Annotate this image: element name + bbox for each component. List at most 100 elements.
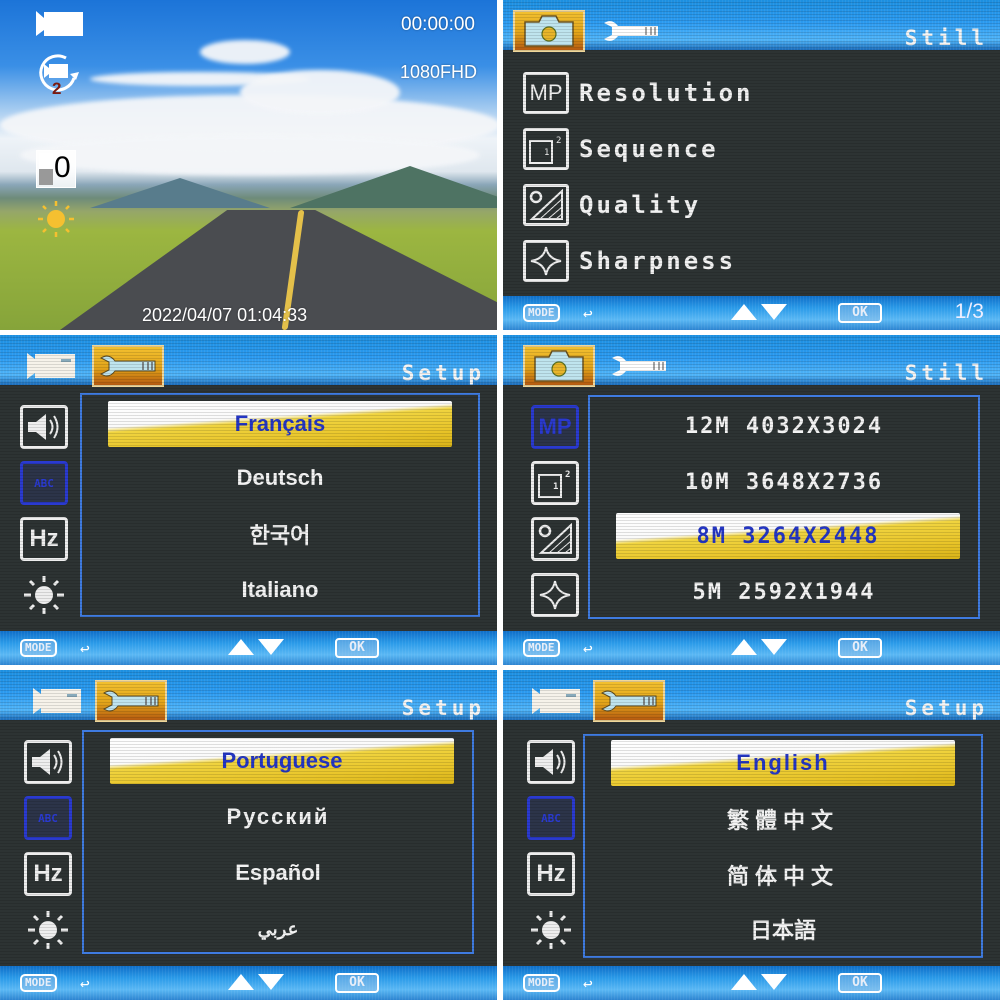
tab-video[interactable] [527,680,587,722]
menu-title: Still [904,361,988,385]
back-icon[interactable]: ↩ [583,639,593,658]
language-option-selected[interactable]: Portuguese [110,738,454,784]
resolution-option[interactable]: 12M 4032X3024 [590,403,978,449]
video-camera-icon [33,688,81,714]
brightness-sun-icon[interactable] [24,908,72,952]
resolution-option[interactable]: 5M 2592X1944 [590,569,978,615]
mode-button[interactable]: MODE [523,974,560,992]
language-option[interactable]: Italiano [82,567,478,613]
video-resolution: 1080FHD [399,62,477,82]
mode-button[interactable]: MODE [523,304,560,322]
record-timer: 00:00:00 [401,14,475,35]
tab-setup[interactable] [95,680,167,722]
down-arrow-icon[interactable] [761,974,787,990]
video-camera-icon [36,11,83,36]
mode-button[interactable]: MODE [20,974,57,992]
sharpness-icon [523,240,569,282]
brightness-sun-icon[interactable] [527,908,575,952]
page-indicator: 1/3 [954,300,984,323]
speaker-icon[interactable] [527,740,575,784]
down-arrow-icon[interactable] [761,304,787,320]
setup-language-screen: Setup ABC Hz Portuguese Русский Español … [0,670,497,1000]
down-arrow-icon[interactable] [761,639,787,655]
up-arrow-icon[interactable] [731,639,757,655]
brightness-sun-icon[interactable] [20,573,68,617]
down-arrow-icon[interactable] [258,639,284,655]
language-option-selected[interactable]: English [611,740,955,786]
language-option[interactable]: 日本語 [585,906,981,952]
tab-video[interactable] [22,345,82,387]
setup-side-icons: ABC Hz [24,740,76,964]
language-option[interactable]: عربي [84,906,472,952]
white-balance-sun-icon [38,201,74,237]
menu-item-quality[interactable]: Quality [523,177,754,233]
setup-language-screen: Setup ABC Hz English 繁體中文 简体中文 日本語 MODE … [503,670,1000,1000]
tab-setup[interactable] [595,10,667,52]
frequency-hz-icon[interactable]: Hz [24,852,72,896]
up-arrow-icon[interactable] [228,974,254,990]
resolution-option[interactable]: 10M 3648X2736 [590,459,978,505]
tab-setup[interactable] [92,345,164,387]
language-options-frame: Français Deutsch 한국어 Italiano [80,393,480,617]
wrench-icon [600,690,657,712]
frequency-hz-icon[interactable]: Hz [527,852,575,896]
wrench-icon [612,356,666,376]
up-arrow-icon[interactable] [228,639,254,655]
still-side-icons: MP 21 [531,405,583,629]
still-menu-screen: Still MP Resolution 21 Sequence Quality … [503,0,1000,330]
ok-button[interactable]: OK [335,638,379,658]
svg-text:2: 2 [556,136,561,146]
back-icon[interactable]: ↩ [583,974,593,993]
exposure-value: 0 [54,151,71,184]
language-abc-icon[interactable]: ABC [20,461,68,505]
language-option[interactable]: 繁體中文 [585,796,981,842]
back-icon[interactable]: ↩ [583,304,593,323]
menu-item-label: Resolution [579,79,754,107]
language-option[interactable]: Español [84,850,472,896]
resolution-option-selected[interactable]: 8M 3264X2448 [616,513,960,559]
frequency-hz-icon[interactable]: Hz [20,517,68,561]
up-arrow-icon[interactable] [731,974,757,990]
mode-button[interactable]: MODE [523,639,560,657]
menu-item-sequence[interactable]: 21 Sequence [523,121,754,177]
wrench-icon [99,355,156,377]
tab-camera[interactable] [513,10,585,52]
language-abc-icon[interactable]: ABC [527,796,575,840]
setup-side-icons: ABC Hz [527,740,579,964]
back-icon[interactable]: ↩ [80,639,90,658]
ok-button[interactable]: OK [838,303,882,323]
sequence-icon[interactable]: 21 [531,461,579,505]
language-options-frame: Portuguese Русский Español عربي [82,730,474,954]
sharpness-icon[interactable] [531,573,579,617]
menu-item-sharpness[interactable]: Sharpness [523,233,754,289]
tab-video[interactable] [28,680,88,722]
megapixel-icon[interactable]: MP [531,405,579,449]
language-option[interactable]: Русский [84,794,472,840]
tab-setup[interactable] [593,680,665,722]
language-option-selected[interactable]: Français [108,401,452,447]
setup-language-screen: Setup ABC Hz Français Deutsch 한국어 Italia… [0,335,497,665]
tab-camera[interactable] [523,345,595,387]
wrench-icon [604,21,658,41]
menu-item-resolution[interactable]: MP Resolution [523,65,754,121]
up-arrow-icon[interactable] [731,304,757,320]
language-option[interactable]: 简体中文 [585,852,981,898]
tab-setup[interactable] [603,345,675,387]
ok-button[interactable]: OK [838,973,882,993]
setup-side-icons: ABC Hz [20,405,72,629]
mode-button[interactable]: MODE [20,639,57,657]
language-abc-icon[interactable]: ABC [24,796,72,840]
speaker-icon[interactable] [20,405,68,449]
ok-button[interactable]: OK [838,638,882,658]
down-arrow-icon[interactable] [258,974,284,990]
ok-button[interactable]: OK [335,973,379,993]
camera-icon [534,350,584,382]
back-icon[interactable]: ↩ [80,974,90,993]
language-option[interactable]: Deutsch [82,455,478,501]
language-option[interactable]: 한국어 [82,511,478,557]
mountain [90,178,270,208]
speaker-icon[interactable] [24,740,72,784]
date-timestamp: 2022/04/07 01:04:33 [142,305,308,325]
quality-icon[interactable] [531,517,579,561]
svg-text:1: 1 [544,148,549,158]
